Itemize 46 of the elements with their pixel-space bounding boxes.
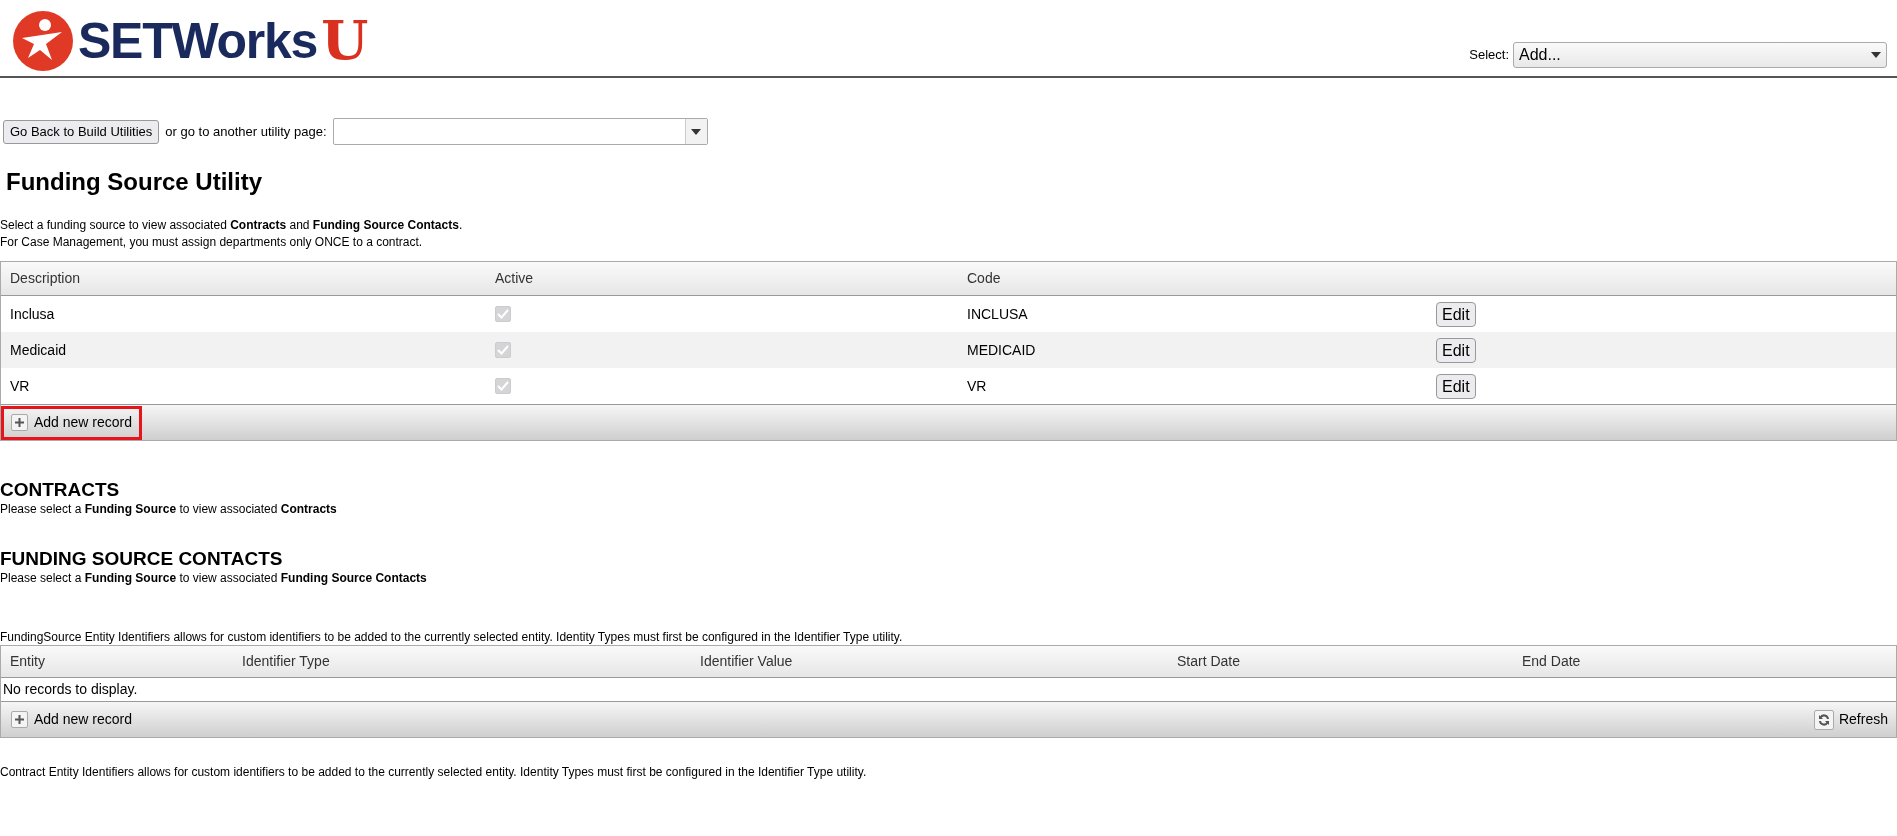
intro-text: For Case Management, you must assign departments only ONCE to a contract. (0, 234, 424, 251)
section-heading: FUNDING SOURCE CONTACTS (0, 548, 284, 570)
column-header[interactable]: End Date (1522, 653, 1581, 669)
active-checkbox[interactable] (495, 378, 511, 394)
refresh-icon (1813, 709, 1834, 730)
back-button[interactable]: Go Back to Build Utilities (3, 119, 160, 144)
table-cell: Inclusa (10, 305, 55, 322)
table-cell: INCLUSA (967, 305, 1028, 322)
active-checkbox[interactable] (495, 306, 511, 322)
active-checkbox[interactable] (495, 342, 511, 358)
edit-button[interactable]: Edit (1436, 301, 1476, 327)
column-header[interactable]: Description (10, 270, 81, 286)
caret-icon (691, 128, 701, 135)
utility-page-select[interactable] (332, 118, 708, 145)
column-header[interactable]: Identifier Type (242, 653, 330, 669)
add-select[interactable]: Add... (1513, 42, 1887, 68)
table-cell: MEDICAID (967, 341, 1036, 358)
column-header[interactable]: Active (495, 270, 534, 286)
plus-icon (11, 711, 28, 728)
caret-icon (1871, 52, 1881, 58)
edit-button[interactable]: Edit (1436, 337, 1476, 363)
intro-text: Select a funding source to view associated Contracts and Funding Source Contacts. (0, 217, 464, 234)
page-title: Funding Source Utility (6, 167, 263, 197)
identifiers-intro: FundingSource Entity Identifiers allows for custom identifiers to be added to the currently selected entity. Identity Types must first be configured in the Identifier Type utility. (0, 629, 904, 645)
logo-icon (12, 10, 74, 72)
column-header[interactable]: Start Date (1177, 653, 1241, 669)
section-text: Please select a Funding Source to view associated Contracts (0, 501, 338, 518)
section-text: Please select a Funding Source to view associated Funding Source Contacts (0, 570, 428, 587)
table-cell: VR (10, 377, 30, 394)
refresh-button[interactable]: Refresh (1813, 709, 1896, 730)
add-record-button[interactable]: Add new record (1, 702, 143, 737)
logo-text: SETWorks (78, 16, 318, 66)
plus-icon (11, 414, 28, 431)
column-header[interactable]: Identifier Value (700, 653, 793, 669)
add-record-button[interactable]: Add new record (1, 405, 143, 440)
column-header[interactable]: Code (967, 270, 1001, 286)
logo-mark: U (321, 14, 369, 68)
select-label: Select: (1469, 46, 1509, 65)
edit-button[interactable]: Edit (1436, 373, 1476, 399)
column-header[interactable]: Entity (10, 653, 45, 669)
table-cell: Medicaid (10, 341, 67, 358)
utility-page-label: or go to another utility page: (165, 122, 327, 141)
table-cell: VR (967, 377, 987, 394)
section-heading: CONTRACTS (0, 479, 121, 501)
empty-message: No records to display. (2, 680, 138, 699)
contract-identifiers-intro: Contract Entity Identifiers allows for custom identifiers to be added to the currently selected entity. Identity Types must first be configured in the Identifier Type utility. (0, 764, 868, 780)
